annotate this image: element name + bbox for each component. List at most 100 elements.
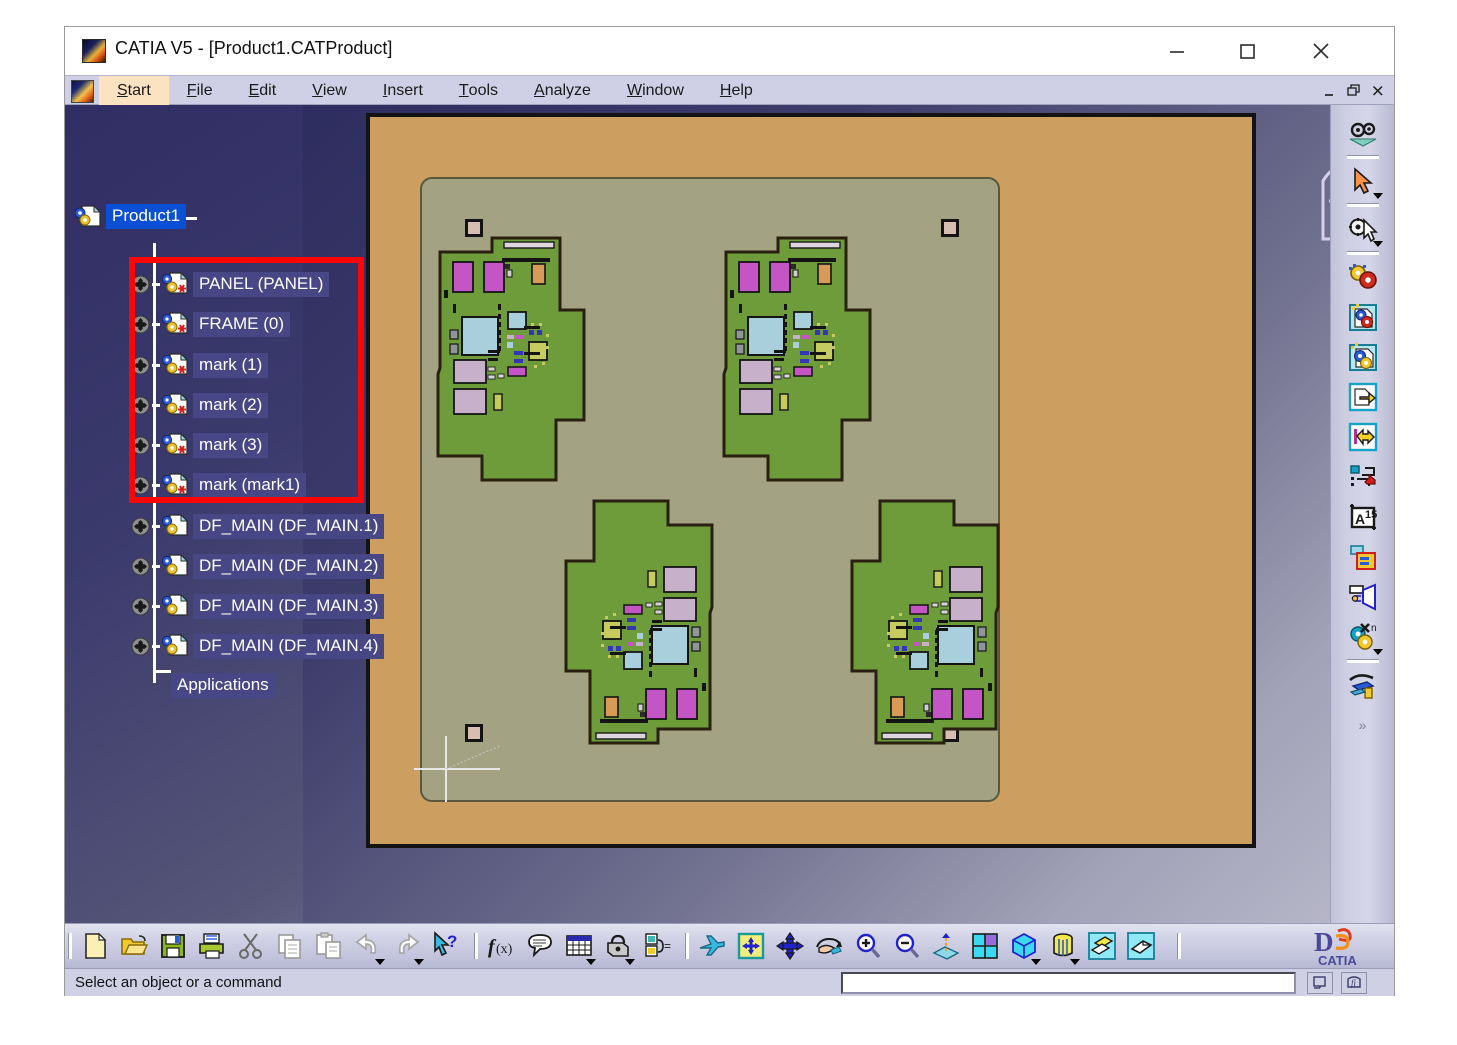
copy-icon[interactable] xyxy=(270,926,309,966)
open-folder-icon[interactable] xyxy=(114,926,153,966)
fiducial-mark-2[interactable] xyxy=(941,219,959,237)
manipulate-select-icon[interactable] xyxy=(1340,209,1386,249)
update-all-icon[interactable] xyxy=(1340,113,1386,153)
new-component-icon[interactable] xyxy=(1340,257,1386,297)
dropdown-arrow-icon[interactable] xyxy=(375,959,385,965)
tree-node-applications[interactable]: Applications xyxy=(171,670,275,700)
expand-plus-icon[interactable] xyxy=(131,356,150,375)
menu-item-window[interactable]: Window xyxy=(609,76,702,106)
formula-fx-icon[interactable]: f(x) xyxy=(481,926,520,966)
document-icon[interactable] xyxy=(71,80,94,103)
graph-tree-reorder-icon[interactable] xyxy=(1340,457,1386,497)
menu-item-help[interactable]: Help xyxy=(702,76,771,106)
3d-viewport[interactable]: y x z y x xyxy=(303,105,1332,923)
pcb-board-df-main-1[interactable] xyxy=(436,234,636,484)
print-icon[interactable] xyxy=(192,926,231,966)
tree-node-mark-mark1[interactable]: mark (mark1) xyxy=(131,470,306,500)
tree-node-df-main-1[interactable]: DF_MAIN (DF_MAIN.1) xyxy=(131,511,384,541)
menu-item-insert[interactable]: Insert xyxy=(365,76,441,106)
existing-component-icon[interactable] xyxy=(1340,377,1386,417)
expand-plus-icon[interactable] xyxy=(131,637,150,656)
expand-plus-icon[interactable] xyxy=(131,275,150,294)
selective-load-icon[interactable] xyxy=(1340,537,1386,577)
menu-item-file[interactable]: File xyxy=(169,76,231,106)
apply-material-icon[interactable] xyxy=(1082,926,1121,966)
pcb-board-df-main-3[interactable] xyxy=(514,497,714,747)
zoom-out-icon[interactable] xyxy=(887,926,926,966)
design-table-icon[interactable] xyxy=(559,926,598,966)
new-part-icon[interactable] xyxy=(1340,297,1386,337)
expand-plus-icon[interactable] xyxy=(131,597,150,616)
hide-show-icon[interactable] xyxy=(1121,926,1160,966)
replace-component-icon[interactable] xyxy=(1340,417,1386,457)
fit-all-in-icon[interactable] xyxy=(731,926,770,966)
multi-view-icon[interactable] xyxy=(965,926,1004,966)
expand-plus-icon[interactable] xyxy=(131,557,150,576)
dropdown-arrow-icon[interactable] xyxy=(1373,649,1383,655)
parameter-set-icon[interactable]: = xyxy=(637,926,676,966)
pan-icon[interactable] xyxy=(770,926,809,966)
cut-scissors-icon[interactable] xyxy=(231,926,270,966)
new-product-icon[interactable] xyxy=(1340,337,1386,377)
multi-instantiation-icon[interactable]: n xyxy=(1340,617,1386,657)
tree-node-frame[interactable]: FRAME (0) xyxy=(131,309,290,339)
save-disk-icon[interactable] xyxy=(153,926,192,966)
redo-icon[interactable] xyxy=(387,926,426,966)
normal-view-icon[interactable] xyxy=(926,926,965,966)
dropdown-arrow-icon[interactable] xyxy=(1031,959,1041,965)
fly-mode-icon[interactable] xyxy=(692,926,731,966)
dropdown-arrow-icon[interactable] xyxy=(1070,959,1080,965)
toolbar-grip[interactable] xyxy=(1174,931,1184,961)
expand-plus-icon[interactable] xyxy=(131,315,150,334)
pcb-board-df-main-4[interactable] xyxy=(800,497,1000,747)
undo-icon[interactable] xyxy=(348,926,387,966)
menu-item-start[interactable]: Start xyxy=(99,76,169,106)
pcb-board-df-main-2[interactable] xyxy=(722,234,922,484)
menu-item-edit[interactable]: Edit xyxy=(231,76,295,106)
dropdown-arrow-icon[interactable] xyxy=(625,959,635,965)
tree-node-product1[interactable]: Product1 xyxy=(73,201,186,231)
toolbar-overflow-chevron-icon[interactable]: » xyxy=(1340,705,1386,745)
dropdown-arrow-icon[interactable] xyxy=(414,959,424,965)
toolbar-grip[interactable] xyxy=(65,931,75,961)
tree-node-mark-2[interactable]: mark (2) xyxy=(131,390,268,420)
expand-plus-icon[interactable] xyxy=(131,396,150,415)
tree-node-mark-1[interactable]: mark (1) xyxy=(131,350,268,380)
tree-node-df-main-2[interactable]: DF_MAIN (DF_MAIN.2) xyxy=(131,551,384,581)
render-style-icon[interactable] xyxy=(1043,926,1082,966)
generate-numbering-icon[interactable]: A 15 xyxy=(1340,497,1386,537)
status-info-button[interactable]: fi xyxy=(1341,972,1367,994)
lock-measure-icon[interactable] xyxy=(598,926,637,966)
toolbar-grip[interactable] xyxy=(471,931,481,961)
panel-geometry[interactable] xyxy=(366,113,1256,848)
menu-item-view[interactable]: View xyxy=(294,76,365,106)
mdi-close-button[interactable] xyxy=(1366,79,1390,103)
select-arrow-icon[interactable] xyxy=(1340,161,1386,201)
toolbar-grip[interactable] xyxy=(682,931,692,961)
dropdown-arrow-icon[interactable] xyxy=(1373,241,1383,247)
dropdown-arrow-icon[interactable] xyxy=(1373,193,1383,199)
zoom-in-icon[interactable] xyxy=(848,926,887,966)
window-minimize-button[interactable] xyxy=(1146,27,1208,75)
whats-this-help-icon[interactable]: ? xyxy=(426,926,465,966)
tree-node-mark-3[interactable]: mark (3) xyxy=(131,430,268,460)
command-input[interactable] xyxy=(841,972,1296,994)
new-file-icon[interactable] xyxy=(75,926,114,966)
manage-representations-icon[interactable] xyxy=(1340,577,1386,617)
viewport-canvas[interactable]: y x z y x xyxy=(303,105,1332,923)
expand-plus-icon[interactable] xyxy=(131,517,150,536)
expand-plus-icon[interactable] xyxy=(131,476,150,495)
window-maximize-button[interactable] xyxy=(1216,27,1278,75)
mdi-minimize-button[interactable] xyxy=(1318,79,1342,103)
menu-item-tools[interactable]: Tools xyxy=(441,76,516,106)
specification-tree[interactable]: Product1 PANEL (PANEL) xyxy=(65,105,365,923)
tree-node-df-main-4[interactable]: DF_MAIN (DF_MAIN.4) xyxy=(131,631,384,661)
comment-bubble-icon[interactable] xyxy=(520,926,559,966)
tree-node-df-main-3[interactable]: DF_MAIN (DF_MAIN.3) xyxy=(131,591,384,621)
paste-icon[interactable] xyxy=(309,926,348,966)
rotate-icon[interactable] xyxy=(809,926,848,966)
isometric-view-icon[interactable] xyxy=(1004,926,1043,966)
dropdown-arrow-icon[interactable] xyxy=(586,959,596,965)
status-window-button[interactable] xyxy=(1307,972,1333,994)
scene-measure-icon[interactable] xyxy=(1340,665,1386,705)
